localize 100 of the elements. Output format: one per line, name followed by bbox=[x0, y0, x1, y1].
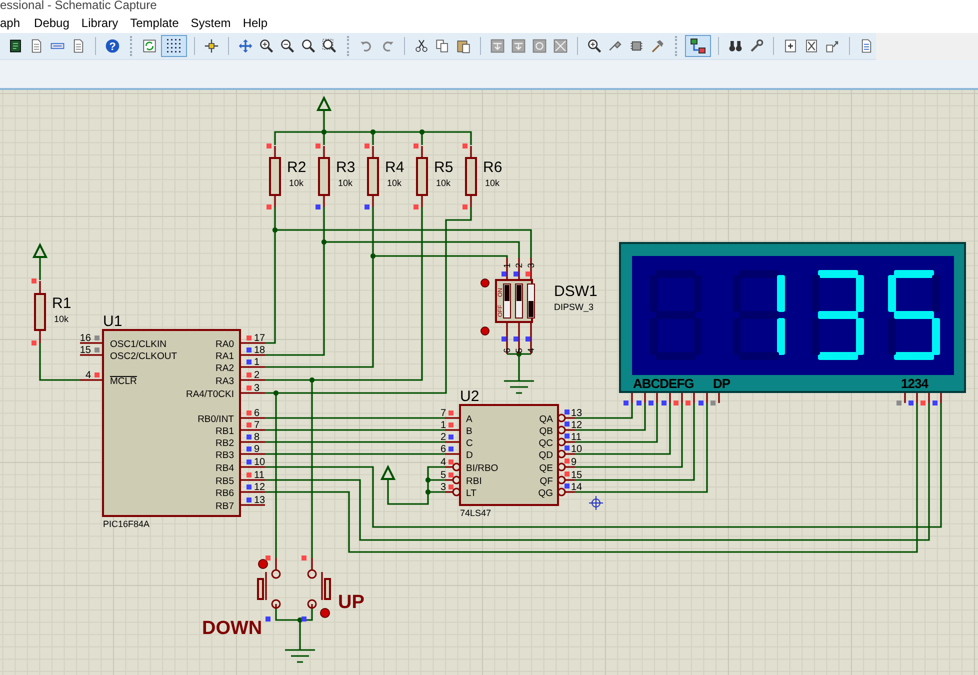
digit-pin-labels: 1234 bbox=[901, 376, 928, 391]
menu-item[interactable]: Library bbox=[81, 16, 124, 30]
pin-number: 12 bbox=[571, 420, 582, 431]
pin-name: RA2 bbox=[216, 363, 234, 374]
pin-number: 5 bbox=[514, 348, 524, 353]
pin-number: 1 bbox=[502, 262, 512, 268]
pin-name: A bbox=[466, 414, 472, 425]
pin-name: RA4/T0CKI bbox=[186, 389, 234, 400]
component-reference: U1 bbox=[103, 313, 122, 330]
resistor-drawing bbox=[367, 145, 379, 208]
zoom-out-icon[interactable] bbox=[280, 37, 295, 55]
cut-icon[interactable] bbox=[414, 37, 430, 55]
menu-item[interactable]: Template bbox=[130, 16, 185, 30]
pin-number: 10 bbox=[571, 444, 582, 455]
pin-number: 3 bbox=[440, 482, 446, 493]
grid-icon[interactable] bbox=[165, 37, 184, 55]
pin-number: 15 bbox=[571, 470, 582, 481]
pin-label: DP bbox=[713, 376, 730, 391]
menu-item[interactable]: aph bbox=[0, 16, 26, 30]
pin-name: RB3 bbox=[216, 450, 234, 461]
component-reference: R6 bbox=[483, 159, 502, 176]
pin-name: RB0/INT bbox=[198, 414, 234, 425]
pin-name: RA0 bbox=[216, 339, 234, 350]
segment-pin-labels: ABCDEFG bbox=[633, 376, 694, 391]
block-icon[interactable] bbox=[490, 37, 506, 55]
pin-name: RB4 bbox=[216, 463, 234, 474]
zoom-area-icon[interactable] bbox=[322, 37, 337, 55]
pin-number: 18 bbox=[254, 345, 266, 356]
help-icon[interactable]: ? bbox=[104, 37, 120, 55]
component-reference: R2 bbox=[287, 159, 306, 176]
copy-icon[interactable] bbox=[435, 37, 450, 55]
pin-number: 12 bbox=[254, 482, 266, 493]
pin-number: 15 bbox=[80, 345, 91, 356]
grid-toggle-button[interactable] bbox=[161, 35, 188, 57]
pin-name: QA bbox=[539, 414, 553, 425]
pin-number: 11 bbox=[571, 432, 582, 443]
menu-item[interactable]: System bbox=[190, 16, 237, 30]
pin-name: QF bbox=[540, 476, 553, 487]
block-icon[interactable] bbox=[553, 37, 568, 55]
pin-number: 2 bbox=[440, 432, 446, 443]
crosshair-icon[interactable] bbox=[204, 37, 220, 55]
pin-number: 14 bbox=[571, 482, 582, 493]
remove-page-icon[interactable] bbox=[804, 37, 820, 55]
pin-name: RB6 bbox=[216, 488, 234, 499]
crosshair-cursor-icon bbox=[588, 496, 604, 510]
switch-knob-icon bbox=[480, 326, 490, 336]
component-part-name: DIPSW_3 bbox=[554, 302, 594, 312]
component-reference: R1 bbox=[52, 295, 72, 312]
component-value: 10k bbox=[289, 178, 304, 188]
menu-item[interactable]: Help bbox=[242, 16, 274, 30]
pin-name: BI/RBO bbox=[466, 463, 498, 474]
pin-name: RBI bbox=[466, 476, 482, 487]
pin-name: LT bbox=[466, 488, 476, 499]
pin-number: 4 bbox=[85, 370, 91, 381]
pin-number: 8 bbox=[254, 432, 260, 443]
pin-number: 11 bbox=[254, 470, 264, 481]
component-reference: U2 bbox=[460, 388, 480, 405]
pin-name: C bbox=[466, 438, 473, 449]
explorer-toggle-button[interactable] bbox=[685, 35, 712, 57]
pin-number: 2 bbox=[514, 262, 524, 268]
pin-name: D bbox=[466, 450, 473, 461]
document-icon[interactable] bbox=[29, 37, 44, 55]
zoom-in-icon[interactable] bbox=[586, 37, 602, 55]
pin-name: RB5 bbox=[216, 476, 234, 487]
pin-number: 9 bbox=[571, 457, 577, 468]
component-value: 10k bbox=[54, 314, 69, 324]
resistor-drawing bbox=[269, 145, 281, 208]
component-value: 10k bbox=[436, 178, 451, 188]
move-icon[interactable] bbox=[238, 37, 253, 55]
hierarchy-icon[interactable] bbox=[689, 37, 708, 55]
pin-number: 6 bbox=[502, 348, 512, 353]
resistor-drawing bbox=[318, 145, 330, 208]
pin-number: 16 bbox=[80, 333, 91, 344]
document-icon[interactable] bbox=[71, 37, 86, 55]
pin-number: 6 bbox=[254, 408, 260, 419]
pin-name: OSC1/CLKIN bbox=[110, 339, 166, 350]
pin-number: 7 bbox=[254, 420, 260, 431]
pin-name: QC bbox=[538, 438, 553, 449]
component-reference: R4 bbox=[385, 159, 404, 176]
component-reference: R5 bbox=[434, 159, 454, 176]
component-reference: R3 bbox=[336, 159, 356, 176]
resistor-drawing bbox=[34, 280, 46, 344]
pin-number: 3 bbox=[254, 383, 260, 394]
block-icon[interactable] bbox=[511, 37, 526, 55]
pin-number: 3 bbox=[526, 262, 536, 268]
component-value: 10k bbox=[485, 178, 500, 188]
block-icon[interactable] bbox=[532, 37, 548, 55]
zoom-in-icon[interactable] bbox=[258, 37, 274, 55]
menu-item[interactable]: Debug bbox=[34, 16, 76, 30]
board-icon[interactable] bbox=[8, 37, 23, 55]
refresh-icon[interactable] bbox=[142, 37, 158, 55]
add-page-icon[interactable] bbox=[783, 37, 798, 55]
resistor-drawing bbox=[465, 145, 477, 208]
pin-name: B bbox=[466, 426, 472, 437]
zoom-icon[interactable] bbox=[300, 37, 316, 55]
pin-number: 17 bbox=[254, 333, 266, 344]
pin-name: MCLR bbox=[110, 376, 137, 387]
window-title: essional - Schematic Capture bbox=[0, 0, 157, 12]
pin-name: QD bbox=[538, 450, 553, 461]
pin-number: 7 bbox=[440, 408, 446, 419]
